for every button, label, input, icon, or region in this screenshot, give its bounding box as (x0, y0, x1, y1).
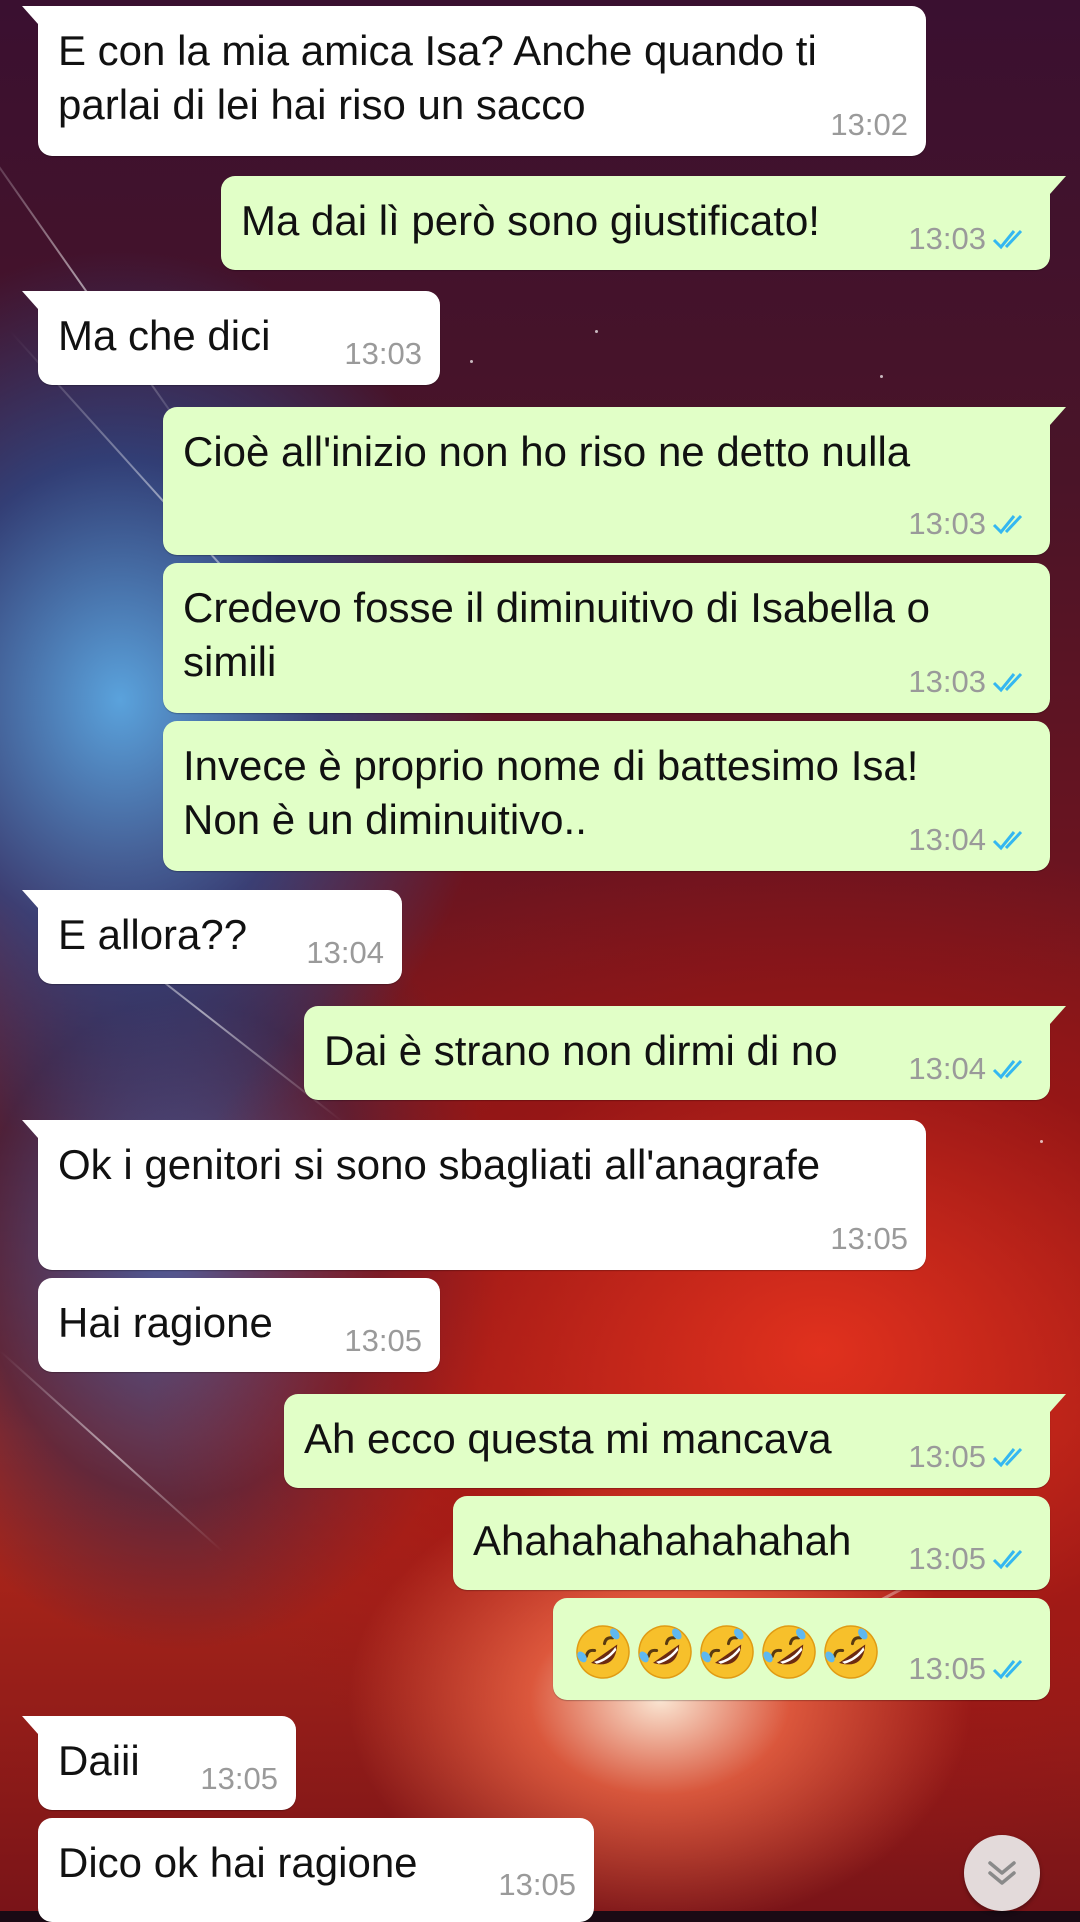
message-bubble-outgoing[interactable]: Credevo fosse il diminuitivo di Isabella… (163, 563, 1050, 713)
message-text: Ma dai lì però sono giustificato! (241, 197, 820, 244)
message-time: 13:05 (908, 1651, 986, 1686)
message-bubble-outgoing[interactable]: Cioè all'inizio non ho riso ne detto nul… (163, 407, 1066, 555)
read-receipt-icon (992, 830, 1023, 851)
message-text: Ah ecco questa mi mancava (304, 1415, 832, 1462)
message-time: 13:04 (908, 822, 986, 857)
read-receipt-icon (992, 1549, 1023, 1570)
message-time: 13:05 (908, 1439, 986, 1474)
message-time: 13:05 (498, 1867, 576, 1902)
double-chevron-down-icon (988, 1861, 1016, 1885)
message-bubble-incoming[interactable]: Ma che dici 13:03 (22, 291, 440, 385)
message-text: Invece è proprio nome di battesimo Isa! … (183, 742, 919, 843)
message-time: 13:02 (830, 107, 908, 142)
message-bubble-incoming[interactable]: Dico ok hai ragione 13:05 (38, 1818, 594, 1922)
message-bubble-outgoing[interactable]: Ma dai lì però sono giustificato! 13:03 (221, 176, 1066, 270)
message-time: 13:03 (908, 664, 986, 699)
message-bubble-incoming[interactable]: Ok i genitori si sono sbagliati all'anag… (22, 1120, 926, 1270)
message-text: E allora?? (58, 911, 248, 958)
message-bubble-incoming[interactable]: E allora?? 13:04 (22, 890, 402, 984)
message-time: 13:03 (908, 221, 986, 256)
read-receipt-icon (992, 229, 1023, 250)
message-text: Ahahahahahahahah (473, 1517, 852, 1564)
message-list: E con la mia amica Isa? Anche quando ti … (0, 0, 1080, 1922)
message-text: Cioè all'inizio non ho riso ne detto nul… (183, 428, 911, 475)
message-time: 13:05 (908, 1541, 986, 1576)
message-text: Daiii (58, 1737, 140, 1784)
message-time: 13:03 (344, 336, 422, 371)
message-bubble-incoming[interactable]: E con la mia amica Isa? Anche quando ti … (22, 6, 926, 156)
message-text: Ok i genitori si sono sbagliati all'anag… (58, 1141, 821, 1188)
message-bubble-incoming[interactable]: Daiii 13:05 (22, 1716, 296, 1810)
rolling-laughing-emoji-icon (638, 1625, 692, 1679)
message-text: Hai ragione (58, 1299, 273, 1346)
read-receipt-icon (992, 672, 1023, 693)
message-bubble-outgoing[interactable]: Invece è proprio nome di battesimo Isa! … (163, 721, 1050, 871)
message-bubble-outgoing[interactable]: Ahahahahahahahah 13:05 (453, 1496, 1050, 1590)
message-bubble-incoming[interactable]: Hai ragione 13:05 (38, 1278, 440, 1372)
message-text: Dai è strano non dirmi di no (324, 1027, 838, 1074)
message-time: 13:05 (830, 1221, 908, 1256)
message-time: 13:03 (908, 506, 986, 541)
message-text: Ma che dici (58, 312, 271, 359)
message-text: Credevo fosse il diminuitivo di Isabella… (183, 584, 931, 685)
message-text: E con la mia amica Isa? Anche quando ti … (58, 27, 817, 128)
rolling-laughing-emoji-icon (700, 1625, 754, 1679)
rolling-laughing-emoji-icon (824, 1625, 878, 1679)
read-receipt-icon (992, 514, 1023, 535)
message-time: 13:04 (306, 935, 384, 970)
read-receipt-icon (992, 1659, 1023, 1680)
message-text: Dico ok hai ragione (58, 1839, 418, 1886)
rolling-laughing-emoji-icon (576, 1625, 630, 1679)
read-receipt-icon (992, 1447, 1023, 1468)
message-time: 13:05 (200, 1761, 278, 1796)
message-bubble-outgoing[interactable]: Ah ecco questa mi mancava 13:05 (284, 1394, 1066, 1488)
message-bubble-outgoing[interactable]: 13:05 (553, 1598, 1050, 1700)
message-time: 13:05 (344, 1323, 422, 1358)
read-receipt-icon (992, 1059, 1023, 1080)
message-bubble-outgoing[interactable]: Dai è strano non dirmi di no 13:04 (304, 1006, 1066, 1100)
scroll-to-bottom-button[interactable] (964, 1835, 1040, 1911)
message-time: 13:04 (908, 1051, 986, 1086)
emoji-row (573, 1622, 881, 1682)
rolling-laughing-emoji-icon (762, 1625, 816, 1679)
